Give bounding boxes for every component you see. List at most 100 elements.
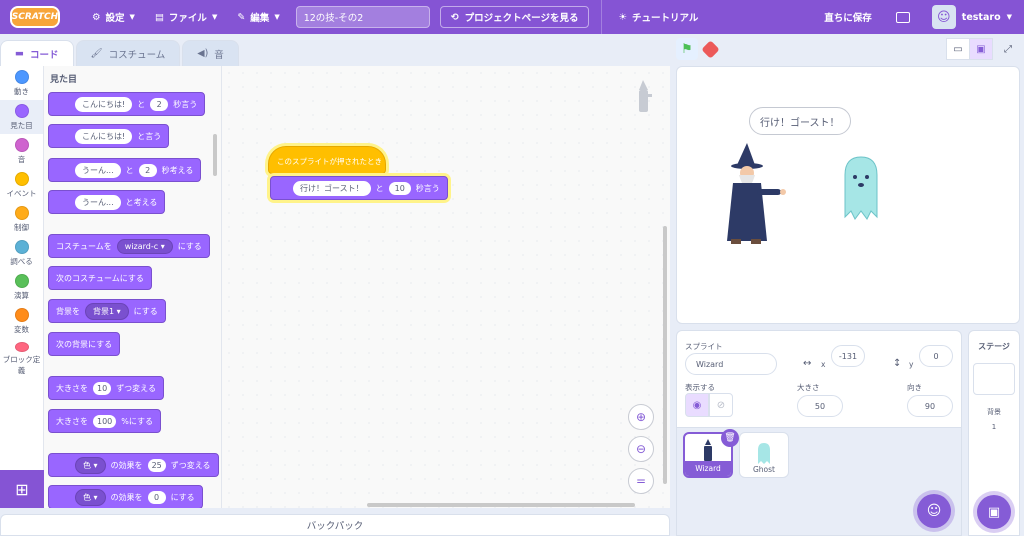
direction-input[interactable]: 90 — [907, 395, 953, 417]
category-looks[interactable]: 見た目 — [0, 100, 43, 134]
category-variables[interactable]: 変数 — [0, 304, 43, 338]
say-for-secs-script-block[interactable]: 行け！ゴースト！ と 10 秒言う — [270, 176, 448, 200]
sprite-label: スプライト — [685, 342, 723, 351]
file-menu[interactable]: ▤ ファイル ▼ — [145, 0, 227, 34]
add-sprite-button[interactable]: ☺ — [917, 494, 951, 528]
script-workspace[interactable]: このスプライトが押されたとき 行け！ゴースト！ と 10 秒言う ⊕ ⊖ = — [222, 66, 670, 508]
say-block[interactable]: こんにちは! と言う — [48, 124, 170, 148]
change-size-block[interactable]: 大きさを 10 ずつ変える — [48, 376, 164, 400]
category-label: 制御 — [14, 223, 29, 232]
block-text-input[interactable]: こんにちは! — [75, 128, 133, 144]
my-stuff-folder-icon[interactable] — [895, 11, 910, 23]
add-backdrop-button[interactable]: ▣ — [977, 495, 1011, 529]
effect-dropdown[interactable]: 色 ▾ — [75, 456, 106, 474]
set-size-block[interactable]: 大きさを 100 %にする — [48, 409, 161, 433]
x-position-input[interactable]: -131 — [831, 345, 865, 367]
workspace-horizontal-scrollbar[interactable] — [367, 503, 635, 507]
block-number-input[interactable]: 100 — [93, 414, 117, 428]
block-text-input[interactable]: 行け！ゴースト！ — [293, 180, 371, 196]
tab-code[interactable]: ▬ コード — [0, 40, 74, 66]
stage-selector[interactable]: ステージ 背景 1 ▣ — [968, 330, 1020, 536]
sprite-name-input[interactable]: Wizard — [685, 353, 777, 375]
block-text-input[interactable]: うーん... — [75, 194, 121, 210]
block-label: にする — [170, 492, 195, 502]
workspace-vertical-scrollbar[interactable] — [663, 226, 667, 484]
account-menu[interactable]: testaro — [962, 12, 1001, 23]
show-sprite-button[interactable]: ◉ — [685, 393, 709, 417]
sprite-tile-ghost[interactable]: Ghost — [739, 432, 789, 478]
tutorials-button[interactable]: ☀ チュートリアル — [608, 0, 708, 34]
set-effect-block[interactable]: 色 ▾ の効果を 0 にする — [48, 485, 203, 508]
normal-stage-button[interactable]: ▣ — [969, 38, 993, 60]
project-title-input[interactable] — [295, 6, 430, 28]
tab-sounds[interactable]: ◀) 音 — [182, 40, 239, 66]
switch-backdrop-block[interactable]: 背景を 背景1 ▾ にする — [48, 299, 166, 323]
next-costume-block[interactable]: 次のコスチュームにする — [48, 266, 152, 290]
file-icon: ▤ — [154, 11, 164, 23]
edit-menu[interactable]: ✎ 編集 ▼ — [227, 0, 289, 34]
think-for-secs-block[interactable]: うーん... と 2 秒考える — [48, 158, 202, 182]
hide-sprite-button[interactable]: ⊘ — [709, 393, 733, 417]
project-page-button[interactable]: ⟲ プロジェクトページを見る — [439, 6, 590, 28]
stage-controls: ⚑ ▭ ▣ ⤢ — [676, 38, 1020, 64]
effect-dropdown[interactable]: 色 ▾ — [75, 488, 106, 506]
block-number-input[interactable]: 25 — [147, 458, 166, 472]
zoom-in-button[interactable]: ⊕ — [628, 404, 654, 430]
speaker-icon: ◀) — [197, 48, 209, 59]
fullscreen-button[interactable]: ⤢ — [996, 38, 1020, 60]
block-number-input[interactable]: 2 — [138, 163, 157, 177]
category-sound[interactable]: 音 — [0, 134, 43, 168]
backpack-header[interactable]: バックパック — [0, 514, 670, 536]
category-events[interactable]: イベント — [0, 168, 43, 202]
block-text-input[interactable]: こんにちは! — [75, 96, 133, 112]
say-for-secs-block[interactable]: こんにちは! と 2 秒言う — [48, 92, 206, 116]
costume-dropdown[interactable]: wizard-c ▾ — [116, 238, 173, 254]
settings-menu[interactable]: ⚙ 設定 ▼ — [82, 0, 145, 34]
block-number-input[interactable]: 10 — [93, 381, 112, 395]
when-sprite-clicked-block[interactable]: このスプライトが押されたとき — [268, 146, 386, 174]
think-block[interactable]: うーん... と考える — [48, 190, 166, 214]
size-input[interactable]: 50 — [797, 395, 843, 417]
delete-sprite-button[interactable]: 🗑 — [721, 429, 739, 447]
category-control[interactable]: 制御 — [0, 202, 43, 236]
control-dot-icon — [14, 206, 29, 220]
x-label: x — [821, 360, 826, 369]
block-number-input[interactable]: 2 — [150, 97, 169, 111]
tab-costumes[interactable]: 🖌 コスチューム — [75, 40, 181, 66]
backdrop-dropdown[interactable]: 背景1 ▾ — [85, 302, 129, 320]
block-label: 背景を — [56, 306, 80, 316]
category-motion[interactable]: 動き — [0, 66, 43, 100]
wizard-sprite[interactable] — [717, 143, 789, 247]
scratch-logo[interactable]: SCRATCH — [10, 6, 60, 28]
add-extension-button[interactable]: ⊞ — [0, 470, 44, 508]
stop-button[interactable] — [701, 40, 720, 59]
block-text-input[interactable]: うーん... — [75, 162, 121, 178]
zoom-out-button[interactable]: ⊖ — [628, 436, 654, 462]
category-operators[interactable]: 演算 — [0, 270, 43, 304]
image-plus-icon: ▣ — [987, 504, 1001, 520]
block-label: %にする — [121, 416, 153, 426]
backdrop-count: 1 — [991, 423, 997, 431]
small-stage-button[interactable]: ▭ — [946, 38, 970, 60]
switch-costume-block[interactable]: コスチュームを wizard-c ▾ にする — [48, 234, 210, 258]
category-my-blocks[interactable]: ブロック定義 — [0, 338, 43, 376]
zoom-reset-button[interactable]: = — [628, 468, 654, 494]
save-now-button[interactable]: 直ちに保存 — [814, 10, 882, 24]
next-backdrop-block[interactable]: 次の背景にする — [48, 332, 121, 356]
y-position-input[interactable]: 0 — [919, 345, 953, 367]
category-sensing[interactable]: 調べる — [0, 236, 43, 270]
block-number-input[interactable]: 0 — [147, 490, 166, 504]
change-effect-block[interactable]: 色 ▾ の効果を 25 ずつ変える — [48, 453, 219, 477]
fullscreen-icon: ⤢ — [1004, 43, 1012, 55]
lightbulb-icon: ☀ — [618, 11, 628, 23]
stage-canvas[interactable]: 行け！ゴースト！ — [676, 66, 1020, 324]
block-number-input[interactable]: 10 — [388, 181, 411, 195]
ghost-sprite[interactable] — [841, 155, 881, 225]
equals-icon: = — [635, 474, 647, 488]
user-avatar[interactable]: ☺ — [931, 5, 956, 29]
green-flag-button[interactable]: ⚑ — [676, 38, 698, 60]
block-label: と言う — [137, 131, 162, 141]
tab-code-label: コード — [29, 49, 59, 61]
palette-scrollbar[interactable] — [213, 134, 217, 176]
chevron-down-icon: ▼ — [274, 13, 280, 21]
